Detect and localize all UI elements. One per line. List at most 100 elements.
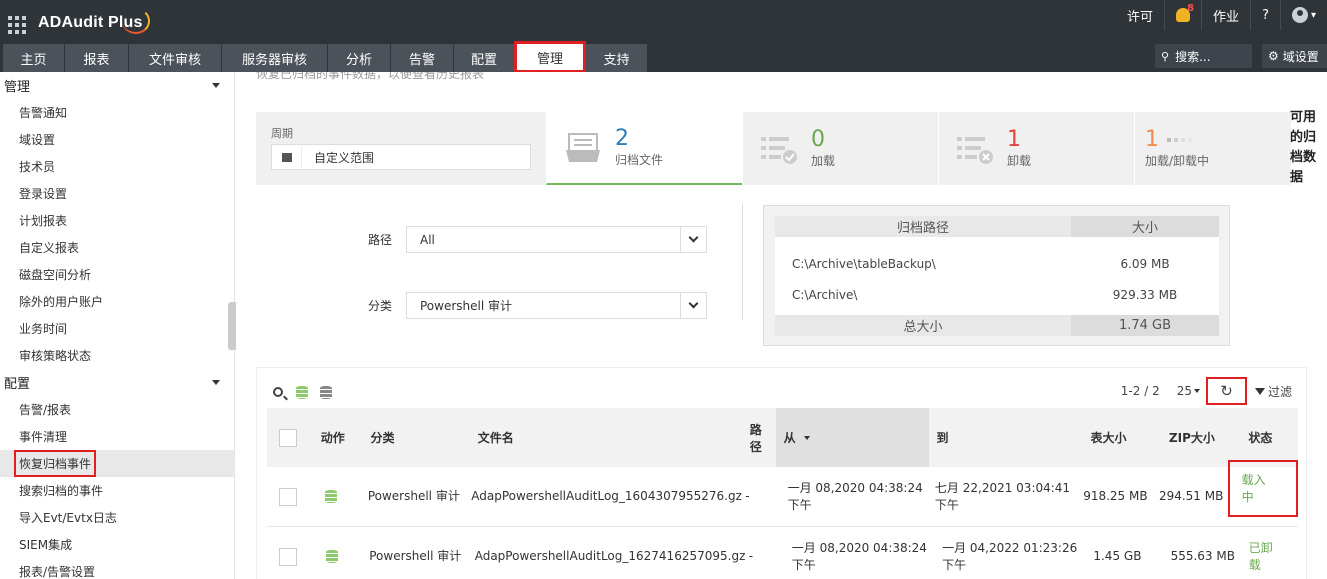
sidebar-section-configuration[interactable]: 配置: [0, 369, 234, 396]
path-select[interactable]: All: [406, 226, 707, 253]
sidebar-item-report-alert-settings[interactable]: 报表/告警设置: [0, 558, 234, 579]
sidebar-item-schedule-reports[interactable]: 计划报表: [0, 207, 234, 234]
help-icon[interactable]: ?: [1250, 0, 1280, 30]
load-database-icon[interactable]: [326, 550, 339, 563]
row-checkbox[interactable]: [279, 487, 297, 506]
select-all-checkbox[interactable]: [279, 428, 297, 447]
page-range: 1-2 / 2: [1120, 384, 1160, 398]
search-icon[interactable]: [271, 385, 285, 399]
tab-support[interactable]: 支持: [586, 44, 647, 72]
sidebar-section-title: 配置: [4, 377, 31, 392]
column-status[interactable]: 状态: [1240, 408, 1298, 467]
archive-size-cell: 6.09 MB: [1120, 257, 1170, 271]
row-from: 一月 08,2020 04:38:24 下午: [791, 540, 927, 572]
path-filter-row: 路径 All: [256, 226, 707, 253]
tab-server-audit[interactable]: 服务器审核: [222, 44, 327, 72]
sidebar-item-event-purge[interactable]: 事件清理: [0, 423, 234, 450]
column-path[interactable]: 路径: [742, 408, 776, 467]
row-action-cell: [312, 527, 361, 579]
sidebar-item-alert-report[interactable]: 告警/报表: [0, 396, 234, 423]
archive-paths-total: 总大小 1.74 GB: [775, 315, 1219, 336]
sidebar-section-admin[interactable]: 管理: [0, 72, 234, 99]
main-nav: 主页 报表 文件审核 服务器审核 分析 告警 配置 管理 支持 ⚲ 搜索... …: [0, 41, 1327, 73]
sidebar-item-siem-integration[interactable]: SIEM集成: [0, 531, 234, 558]
archive-size-cell: 929.33 MB: [1112, 288, 1178, 302]
app-grid-icon[interactable]: [8, 16, 26, 34]
notifications-button[interactable]: 8: [1164, 0, 1201, 30]
sidebar-item-technicians[interactable]: 技术员: [0, 153, 234, 180]
row-to: 七月 22,2021 03:04:41 下午: [934, 480, 1071, 512]
stat-in-progress[interactable]: 1 加载/卸载中: [1134, 112, 1286, 185]
sidebar-item-restore-archived-events[interactable]: 恢复归档事件: [0, 450, 234, 477]
category-select[interactable]: Powershell 审计: [406, 292, 707, 319]
archive-files-panel: 1-2 / 2 25 ↻ 过滤 动作 分类 文件名 路径 从 到 表大小 ZIP…: [256, 367, 1307, 579]
sidebar-item-logon-settings[interactable]: 登录设置: [0, 180, 234, 207]
sidebar-item-search-archived-events[interactable]: 搜索归档的事件: [0, 477, 234, 504]
stat-unloaded[interactable]: 1 卸载: [938, 112, 1134, 185]
tab-admin[interactable]: 管理: [514, 41, 586, 73]
column-from[interactable]: 从: [775, 408, 929, 467]
unload-database-icon[interactable]: [319, 385, 333, 399]
column-to[interactable]: 到: [929, 408, 1083, 467]
divider: [742, 204, 743, 320]
search-input[interactable]: ⚲ 搜索...: [1155, 44, 1252, 68]
total-size-label: 总大小: [903, 320, 943, 335]
table-row[interactable]: Powershell 审计 AdapPowershellAuditLog_160…: [267, 460, 1299, 527]
tab-configuration[interactable]: 配置: [454, 44, 514, 72]
stat-loaded[interactable]: 0 加载: [742, 112, 938, 185]
tab-file-audit[interactable]: 文件审核: [129, 44, 221, 72]
load-database-icon[interactable]: [325, 490, 338, 503]
column-table-size[interactable]: 表大小: [1082, 408, 1160, 467]
sidebar-item-alert-notification[interactable]: 告警通知: [0, 99, 234, 126]
column-action[interactable]: 动作: [313, 408, 363, 467]
select-all-checkbox-cell: [267, 408, 313, 467]
sidebar-item-import-evt-logs[interactable]: 导入Evt/Evtx日志: [0, 504, 234, 531]
column-zip-size[interactable]: ZIP大小: [1161, 408, 1240, 467]
sidebar-item-audit-policy-status[interactable]: 审核策略状态: [0, 342, 234, 369]
rows-per-page-select[interactable]: 25: [1177, 384, 1200, 398]
tab-home[interactable]: 主页: [3, 44, 64, 72]
top-bar: ADAudit Plus 许可 8 作业 ? ▾: [0, 0, 1327, 44]
main-content: 恢复已归档的事件数据，以便查看历史报表 周期 自定义范围 2 归档文件 0 加载…: [236, 72, 1327, 579]
column-file-name[interactable]: 文件名: [470, 408, 742, 467]
list-check-icon: [761, 136, 797, 164]
jobs-link[interactable]: 作业: [1201, 0, 1250, 30]
user-menu[interactable]: ▾: [1279, 0, 1327, 30]
archive-path-row: C:\Archive\tableBackup\ 6.09 MB: [775, 244, 1219, 284]
column-category[interactable]: 分类: [362, 408, 469, 467]
load-database-icon[interactable]: [295, 385, 309, 399]
sidebar-collapse-handle[interactable]: [228, 302, 236, 350]
unloaded-count: 1: [1007, 127, 1021, 152]
row-checkbox-cell: [267, 527, 312, 579]
row-category: Powershell 审计: [367, 489, 460, 503]
column-from-label: 从: [783, 431, 796, 445]
sidebar-section-title: 管理: [4, 80, 31, 95]
sort-desc-icon: [803, 435, 810, 440]
filter-button[interactable]: 过滤: [1254, 383, 1292, 400]
period-input[interactable]: 自定义范围: [271, 144, 531, 170]
archive-paths-table: 归档路径 大小 C:\Archive\tableBackup\ 6.09 MB …: [775, 216, 1219, 336]
collapse-caret-icon: [212, 83, 220, 88]
sidebar-item-domain-settings[interactable]: 域设置: [0, 126, 234, 153]
tab-alerts[interactable]: 告警: [391, 44, 453, 72]
domain-settings-button[interactable]: ⚙ 域设置: [1262, 44, 1327, 68]
row-file-name: AdapPowershellAuditLog_1627416257095.gz: [474, 549, 746, 563]
sidebar-item-business-hours[interactable]: 业务时间: [0, 315, 234, 342]
sidebar-item-custom-reports[interactable]: 自定义报表: [0, 234, 234, 261]
table-row[interactable]: Powershell 审计 AdapPowershellAuditLog_162…: [267, 527, 1298, 579]
sidebar-item-disk-space-analysis[interactable]: 磁盘空间分析: [0, 261, 234, 288]
collapse-caret-icon: [212, 380, 220, 385]
loaded-label: 加载: [811, 154, 836, 168]
tab-reports[interactable]: 报表: [65, 44, 128, 72]
row-checkbox[interactable]: [279, 547, 297, 566]
license-link[interactable]: 许可: [1116, 0, 1164, 30]
archive-path-column-header: 归档路径: [896, 221, 949, 236]
refresh-icon: ↻: [1220, 382, 1233, 400]
stat-archived-files[interactable]: 2 归档文件: [546, 112, 742, 185]
sidebar-item-excluded-accounts[interactable]: 除外的用户账户: [0, 288, 234, 315]
refresh-button[interactable]: ↻: [1205, 377, 1247, 405]
top-right-menu: 许可 8 作业 ? ▾: [1116, 0, 1327, 30]
tab-analytics[interactable]: 分析: [328, 44, 390, 72]
period-label: 周期: [271, 127, 293, 140]
sidebar: 管理 告警通知 域设置 技术员 登录设置 计划报表 自定义报表 磁盘空间分析 除…: [0, 72, 235, 579]
